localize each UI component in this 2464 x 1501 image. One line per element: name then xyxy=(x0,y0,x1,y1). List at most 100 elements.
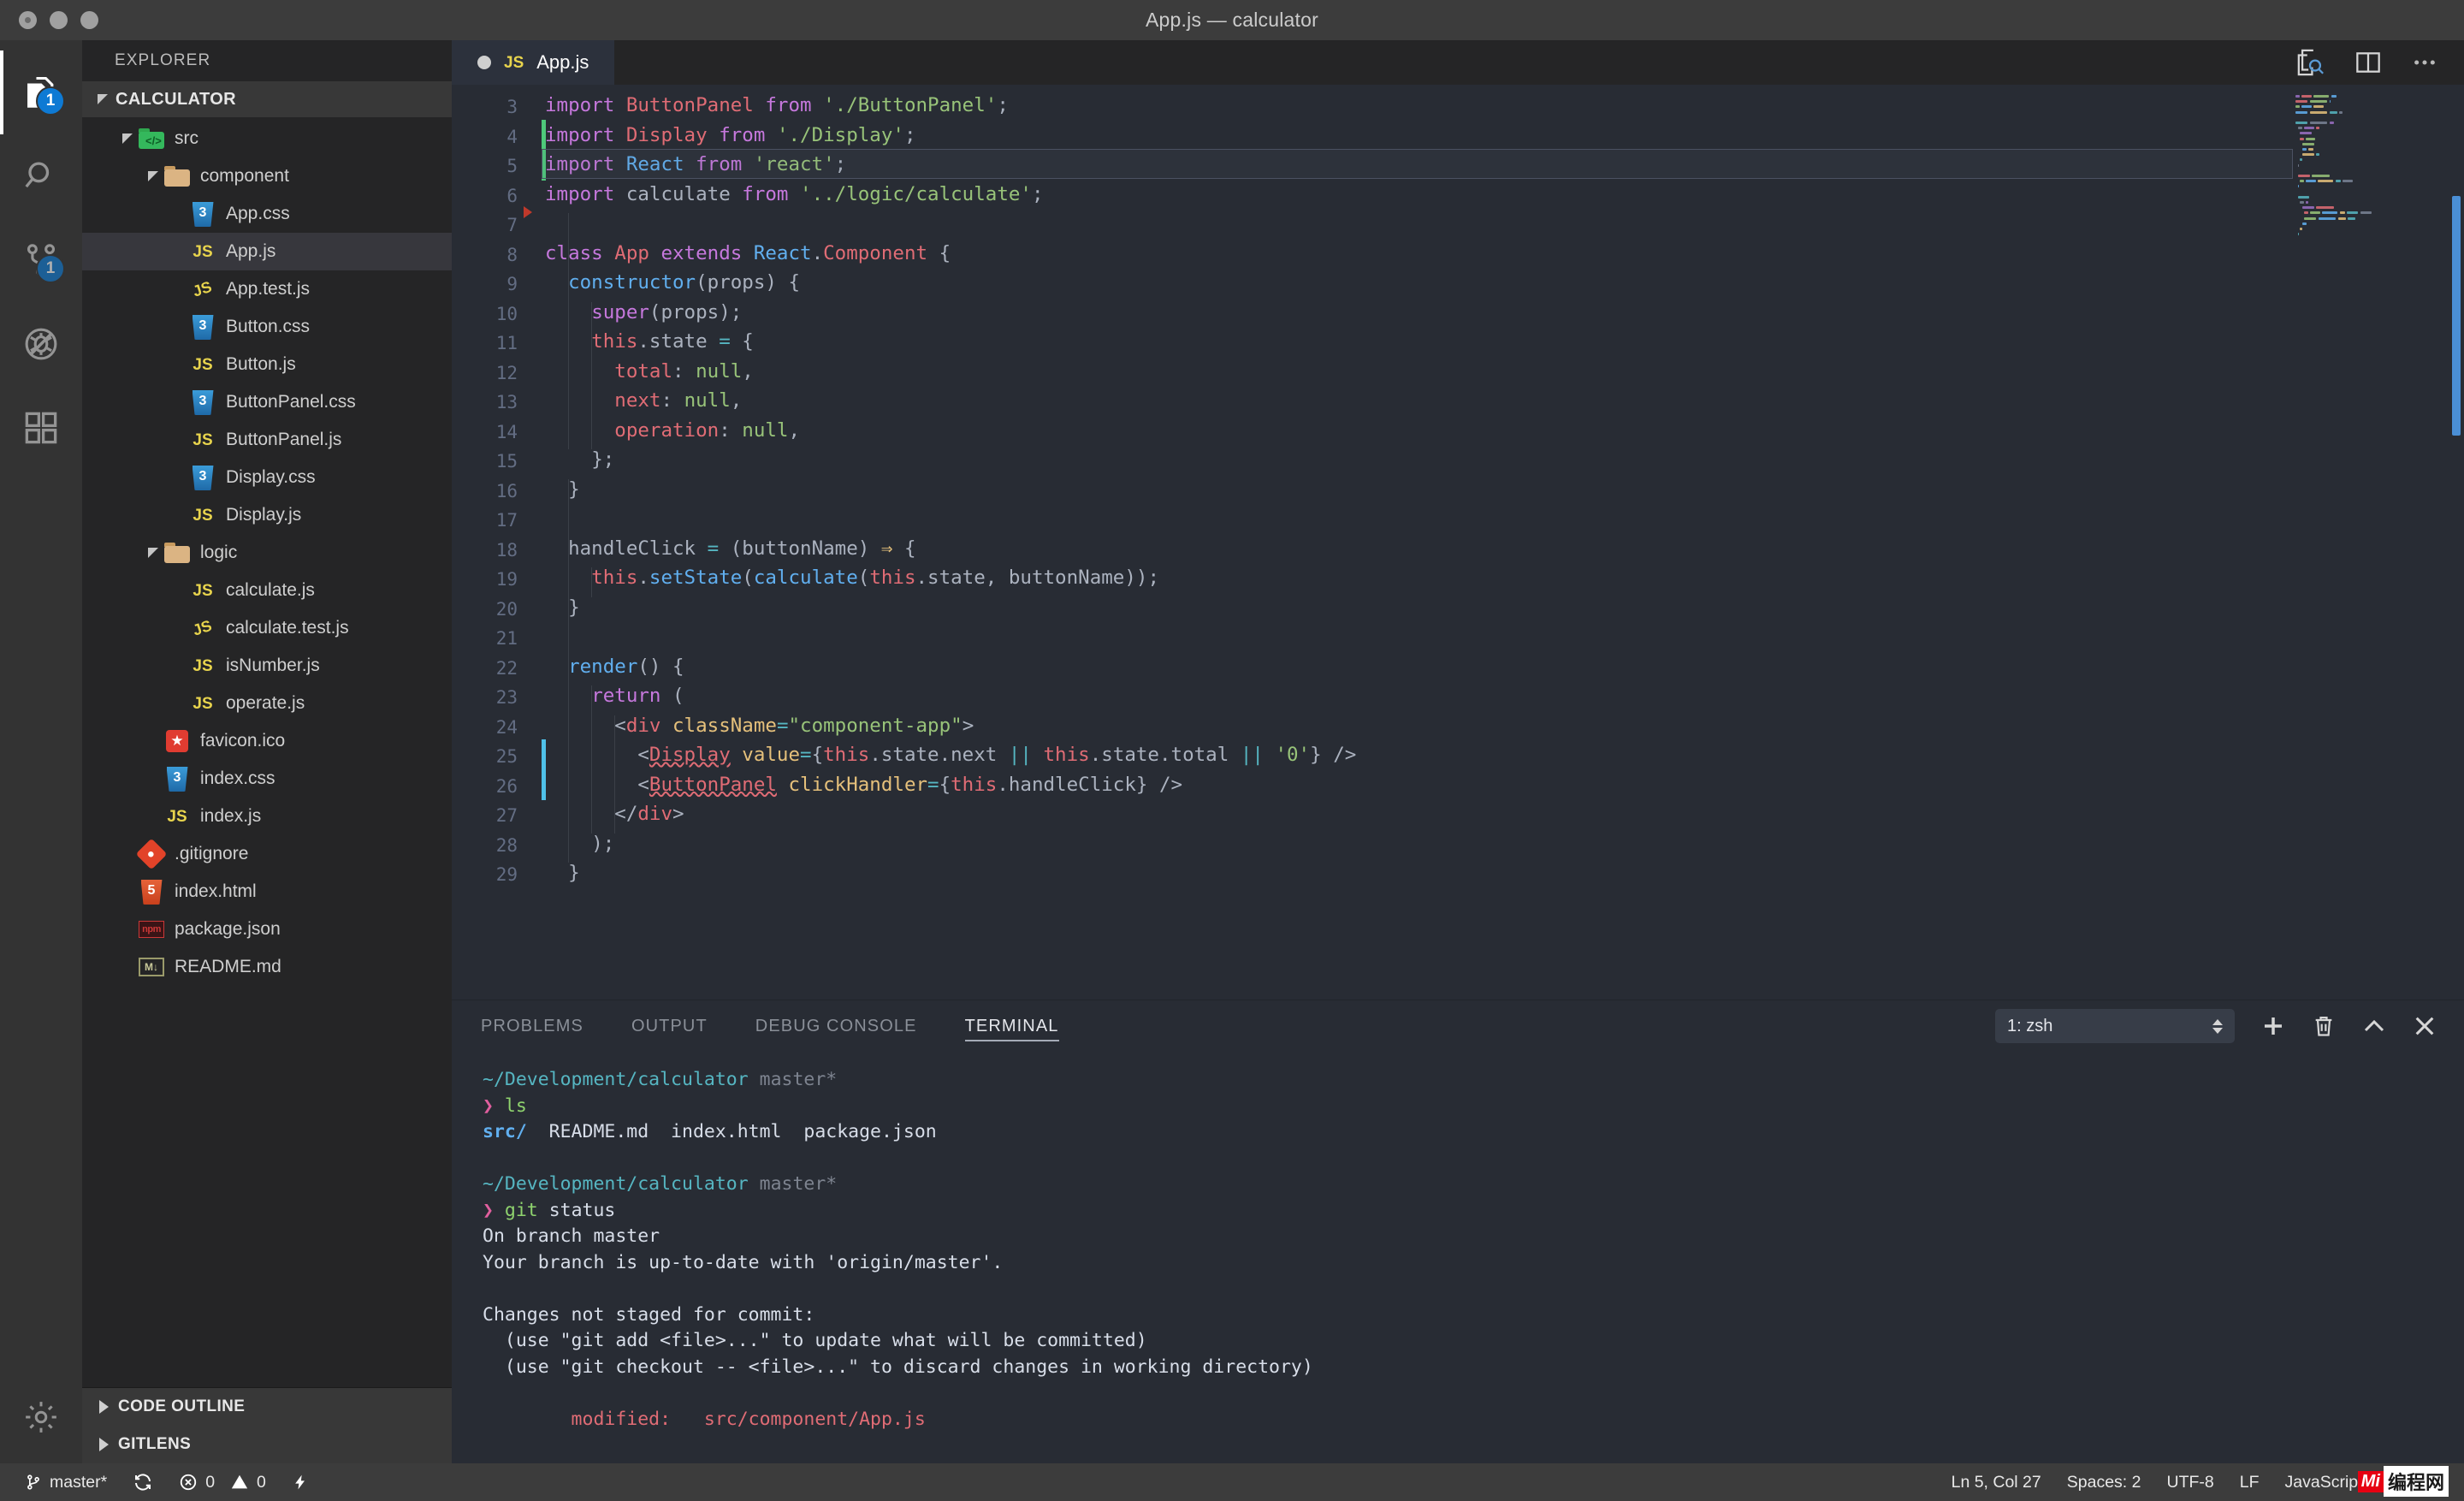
chevron-updown-icon xyxy=(2212,1018,2223,1034)
code-line[interactable]: this.setState(calculate(this.state, butt… xyxy=(545,568,1159,588)
code-line[interactable]: import calculate from '../logic/calculat… xyxy=(545,184,1044,205)
status-problems[interactable]: 0 0 xyxy=(166,1463,279,1501)
tree-file-favicon.ico[interactable]: ★ favicon.ico xyxy=(82,722,452,760)
activity-source-control[interactable]: 1 xyxy=(0,218,82,302)
ellipsis-icon[interactable] xyxy=(2411,49,2438,76)
activity-debug[interactable] xyxy=(0,302,82,386)
tree-file-ButtonPanel.css[interactable]: 3 ButtonPanel.css xyxy=(82,383,452,421)
js-file-icon: JS xyxy=(192,581,213,600)
code-line[interactable]: <div className="component-app"> xyxy=(545,715,974,736)
minimap-line xyxy=(2297,175,2310,177)
tree-folder-src[interactable]: </> src xyxy=(82,120,452,157)
minimap[interactable] xyxy=(2295,85,2445,1000)
twisty-expanded-icon[interactable] xyxy=(144,548,163,558)
dirty-indicator-icon[interactable] xyxy=(477,56,491,69)
activity-manage-settings[interactable] xyxy=(0,1379,82,1463)
code-line[interactable]: } xyxy=(545,479,580,500)
status-encoding[interactable]: UTF-8 xyxy=(2153,1463,2226,1501)
tree-folder-logic[interactable]: logic xyxy=(82,534,452,572)
code-line[interactable]: <ButtonPanel clickHandler={this.handleCl… xyxy=(545,774,1182,795)
code-line[interactable]: operation: null, xyxy=(545,420,800,441)
code-line[interactable]: ); xyxy=(545,834,614,854)
tree-file-calculate.test.js[interactable]: JS calculate.test.js xyxy=(82,609,452,647)
code-line[interactable]: import ButtonPanel from './ButtonPanel'; xyxy=(545,96,1009,116)
code-line[interactable]: super(props); xyxy=(545,302,742,323)
code-line[interactable]: }; xyxy=(545,450,614,470)
activity-extensions[interactable] xyxy=(0,386,82,470)
git-added-marker xyxy=(542,739,546,800)
tab-output[interactable]: OUTPUT xyxy=(631,1000,708,1052)
tree-item-label: index.css xyxy=(200,768,275,788)
code-editor[interactable]: 3 4 5 6 7 8 9 10 11 12 13 14 15 16 17 18 19 20 21 22 23 24 25 2… xyxy=(452,85,2464,1000)
split-editor-icon[interactable] xyxy=(2354,49,2382,76)
twisty-expanded-icon[interactable] xyxy=(144,171,163,181)
terminal-output[interactable]: ~/Development/calculator master* ❯ ls src/… xyxy=(452,1052,2464,1463)
tree-file-README.md[interactable]: M↓ README.md xyxy=(82,948,452,986)
editor-scrollbar[interactable] xyxy=(2452,196,2461,436)
code-line[interactable]: render() { xyxy=(545,656,684,677)
code-content[interactable]: import ButtonPanel from './ButtonPanel';… xyxy=(542,85,2464,1000)
code-line[interactable]: <Display value={this.state.next || this.… xyxy=(545,745,1356,765)
code-line[interactable]: next: null, xyxy=(545,391,742,411)
tree-item-label: ButtonPanel.css xyxy=(226,392,356,412)
status-indentation[interactable]: Spaces: 2 xyxy=(2054,1463,2154,1501)
indent-guide xyxy=(591,301,593,449)
folding-marker-icon[interactable] xyxy=(524,206,532,218)
status-sync[interactable] xyxy=(120,1463,166,1501)
minimap-line xyxy=(2300,201,2305,204)
chevron-up-icon[interactable] xyxy=(2361,1013,2387,1039)
status-eol[interactable]: LF xyxy=(2227,1463,2272,1501)
tab-app-js[interactable]: JS App.js xyxy=(452,40,615,85)
tree-file-index.html[interactable]: 5 index.html xyxy=(82,873,452,911)
activity-search[interactable] xyxy=(0,134,82,218)
code-line[interactable]: this.state = { xyxy=(545,332,754,352)
tree-file-App.css[interactable]: 3 App.css xyxy=(82,195,452,233)
tree-file-index.js[interactable]: JS index.js xyxy=(82,798,452,835)
tree-file-isNumber.js[interactable]: JS isNumber.js xyxy=(82,647,452,685)
tree-file-Button.js[interactable]: JS Button.js xyxy=(82,346,452,383)
tab-debug-console[interactable]: DEBUG CONSOLE xyxy=(755,1000,917,1052)
tab-problems[interactable]: PROBLEMS xyxy=(481,1000,583,1052)
sidebar-item-code-outline[interactable]: CODE OUTLINE xyxy=(82,1388,452,1426)
twisty-expanded-icon[interactable] xyxy=(118,133,137,144)
code-line[interactable]: handleClick = (buttonName) ⇒ { xyxy=(545,538,915,559)
tree-folder-component[interactable]: component xyxy=(82,157,452,195)
minimap-line xyxy=(2347,211,2359,215)
code-line[interactable]: import Display from './Display'; xyxy=(545,125,916,145)
tree-file-App.test.js[interactable]: JS App.test.js xyxy=(82,270,452,308)
plus-icon[interactable] xyxy=(2260,1013,2286,1039)
status-lightning[interactable] xyxy=(279,1463,322,1501)
status-cursor-position[interactable]: Ln 5, Col 27 xyxy=(1939,1463,2054,1501)
tree-file-.gitignore[interactable]: ● .gitignore xyxy=(82,835,452,873)
code-line[interactable]: constructor(props) { xyxy=(545,273,800,293)
file-search-icon[interactable] xyxy=(2296,48,2325,77)
tree-file-Button.css[interactable]: 3 Button.css xyxy=(82,308,452,346)
status-branch[interactable]: master* xyxy=(12,1463,120,1501)
minimap-line xyxy=(2347,217,2355,220)
tree-file-Display.js[interactable]: JS Display.js xyxy=(82,496,452,534)
tree-file-ButtonPanel.js[interactable]: JS ButtonPanel.js xyxy=(82,421,452,459)
code-line[interactable]: } xyxy=(545,863,580,883)
trash-icon[interactable] xyxy=(2312,1013,2336,1039)
tree-file-calculate.js[interactable]: JS calculate.js xyxy=(82,572,452,609)
code-line[interactable]: } xyxy=(545,597,580,618)
code-line[interactable]: total: null, xyxy=(545,361,754,382)
minimap-line xyxy=(2360,211,2372,215)
terminal-select[interactable]: 1: zsh xyxy=(1995,1009,2235,1043)
code-line[interactable]: class App extends React.Component { xyxy=(545,243,951,264)
tree-file-package.json[interactable]: npm package.json xyxy=(82,911,452,948)
tree-file-App.js[interactable]: JS App.js xyxy=(82,233,452,270)
sidebar-item-gitlens[interactable]: GITLENS xyxy=(82,1426,452,1463)
tab-terminal[interactable]: TERMINAL xyxy=(964,1000,1059,1052)
explorer-project-header[interactable]: CALCULATOR xyxy=(82,81,452,117)
tree-file-operate.js[interactable]: JS operate.js xyxy=(82,685,452,722)
code-line[interactable]: return ( xyxy=(545,686,684,706)
tree-file-index.css[interactable]: 3 index.css xyxy=(82,760,452,798)
tree-file-Display.css[interactable]: 3 Display.css xyxy=(82,459,452,496)
js-file-icon: JS xyxy=(167,807,187,826)
tree-item-label: index.html xyxy=(175,881,257,901)
activity-explorer[interactable]: 1 xyxy=(0,50,82,134)
close-icon[interactable] xyxy=(2413,1014,2437,1038)
minimap-line xyxy=(2300,228,2302,230)
